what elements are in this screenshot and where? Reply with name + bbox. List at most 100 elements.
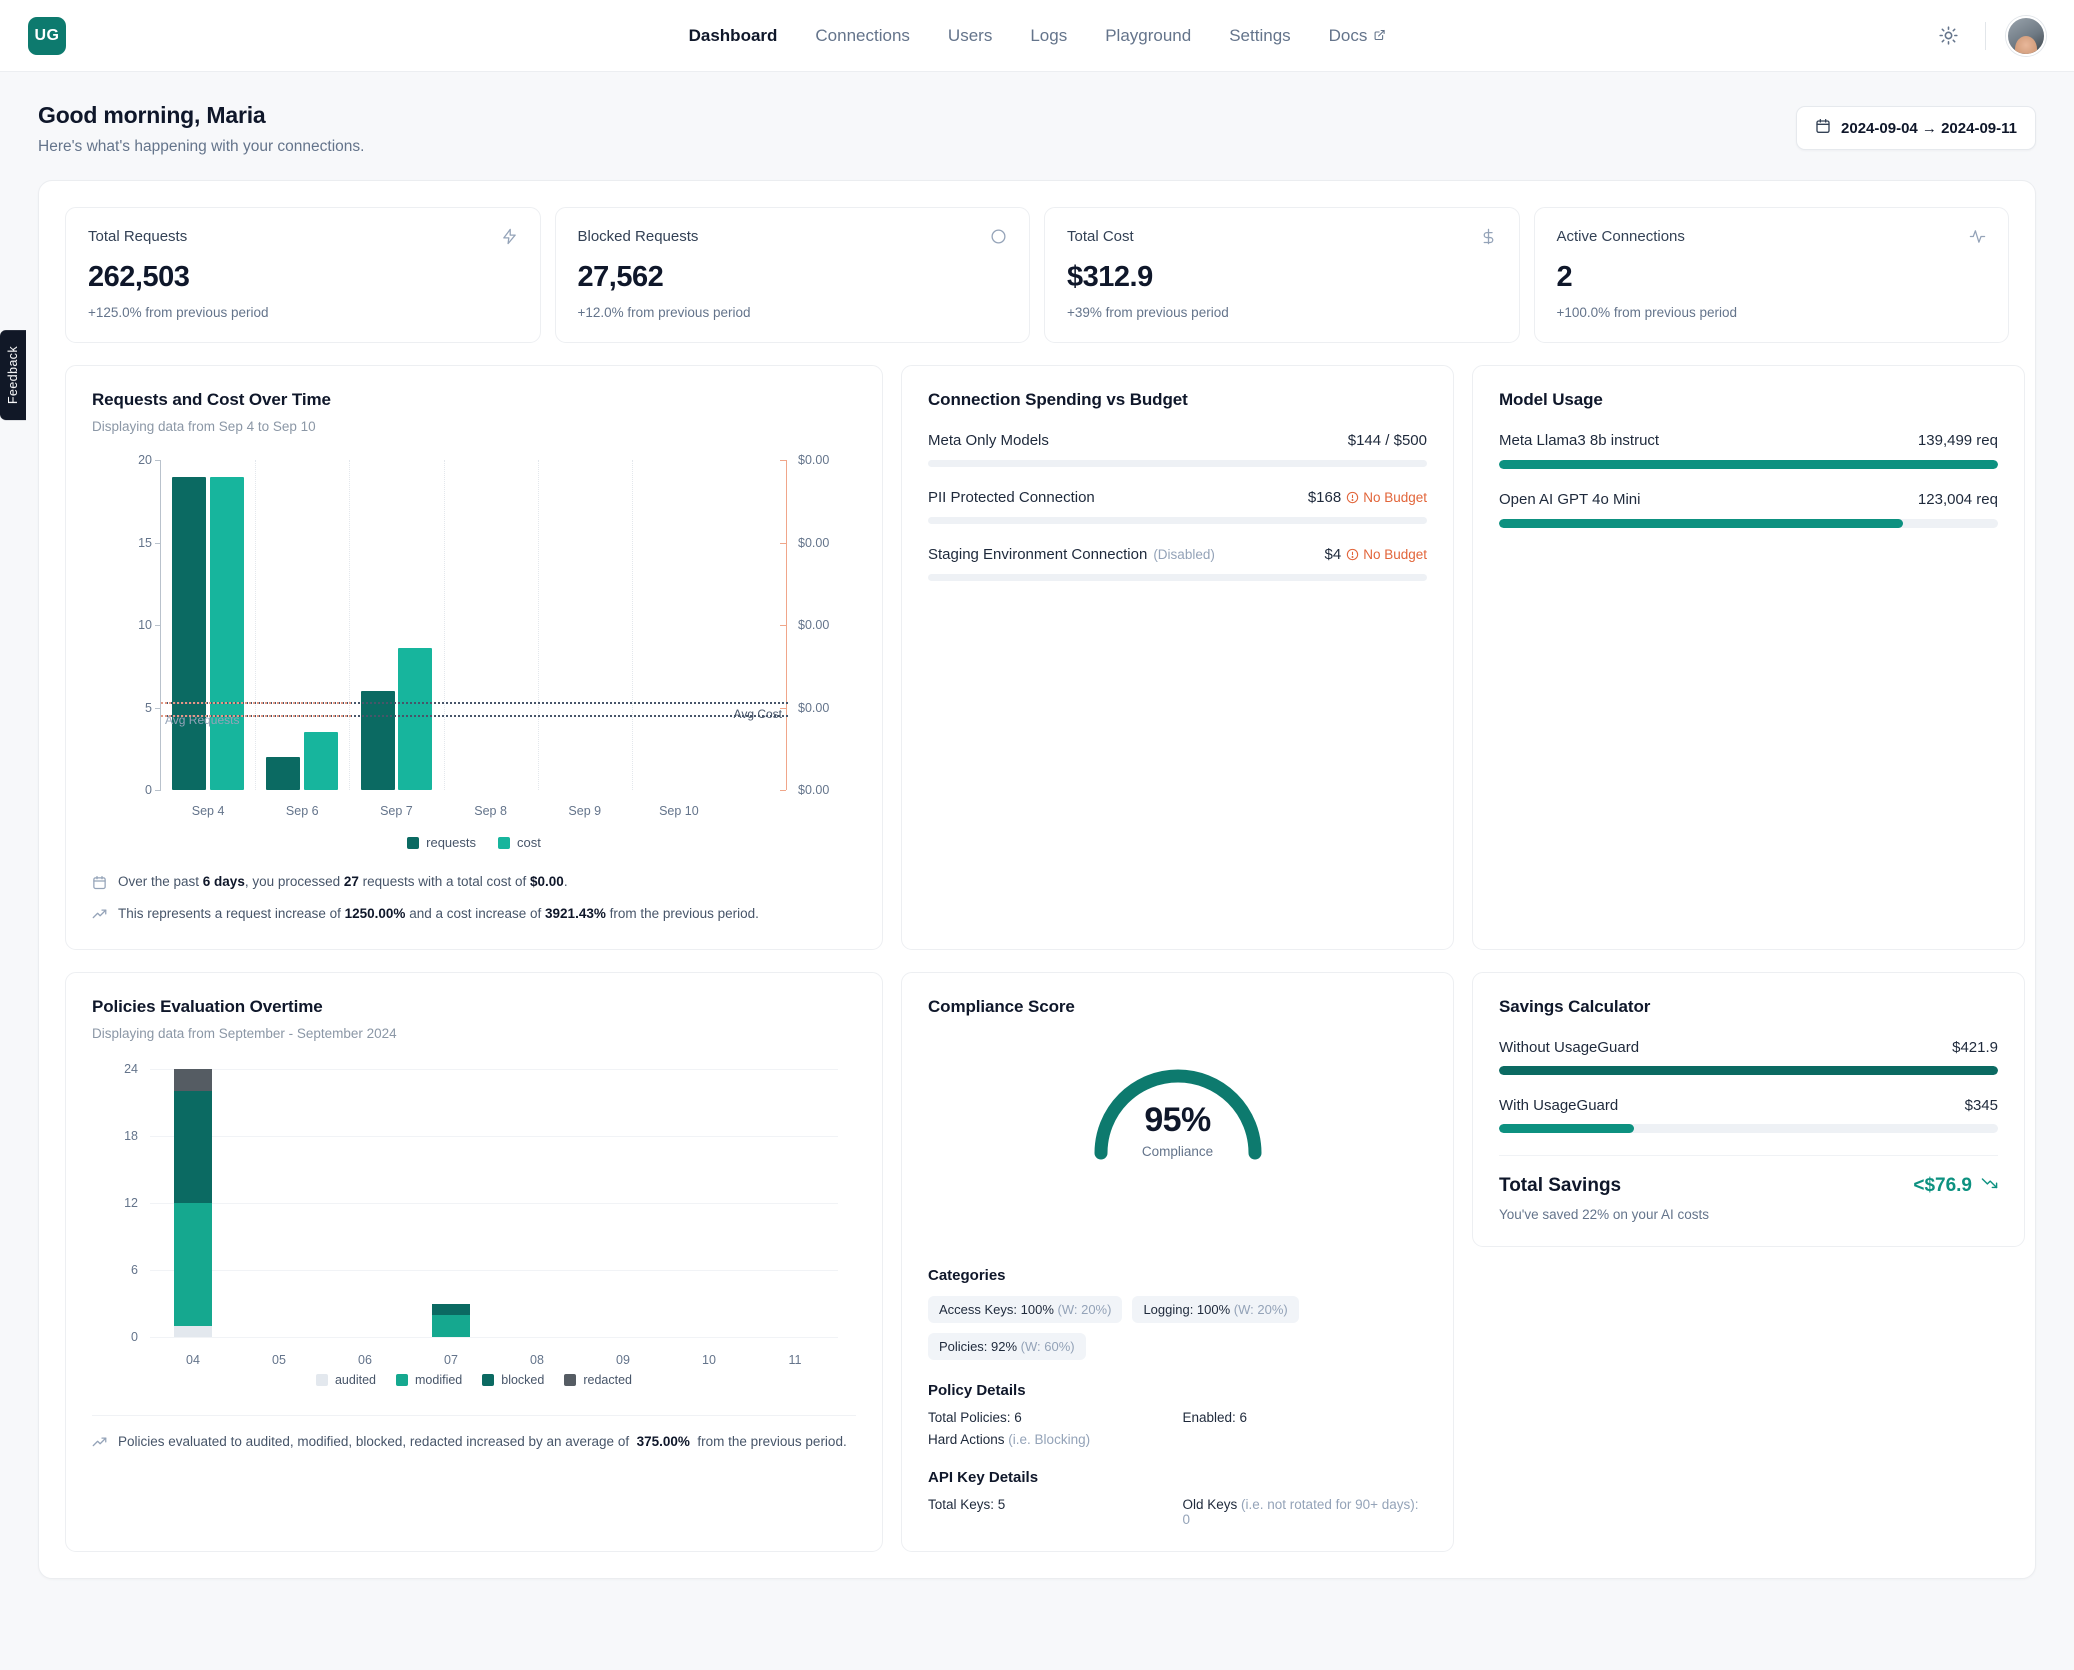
kpi-delta: +100.0% from previous period <box>1556 305 1737 320</box>
api-key-detail-item: Old Keys (i.e. not rotated for 90+ days)… <box>1182 1497 1419 1527</box>
panel-subtitle: Displaying data from September - Septemb… <box>92 1026 397 1041</box>
nav-link-users[interactable]: Users <box>948 26 992 46</box>
chart-reference-label: Avg Cost <box>733 706 782 721</box>
panel-requests-and-cost: Requests and Cost Over Time Displaying d… <box>65 365 883 950</box>
shield-icon <box>990 228 1007 250</box>
model-usage-track <box>1499 460 1998 469</box>
policy-detail-item: Enabled: 6 <box>1182 1410 1248 1425</box>
legend-item[interactable]: blocked <box>482 1373 544 1387</box>
savings-fill <box>1499 1124 1634 1133</box>
savings-value: $345 <box>1964 1097 1998 1114</box>
category-chip[interactable]: Logging: 100% (W: 20%) <box>1132 1296 1299 1323</box>
chart-gridline <box>537 460 539 790</box>
chart-x-tick-label: 04 <box>186 1353 200 1367</box>
chart-x-tick-label: 11 <box>788 1353 802 1367</box>
category-chip[interactable]: Policies: 92% (W: 60%) <box>928 1333 1086 1360</box>
chart-x-tick-label: Sep 7 <box>380 804 413 818</box>
kpi-card-active-connections: Active Connections 2 +100.0% from previo… <box>1533 207 2009 343</box>
chart-legend: requests cost <box>92 835 856 850</box>
policies-chart: 0 6 12 18 24 04 05 06 07 08 09 10 11 audited modified… <box>92 1059 856 1389</box>
chart-bar[interactable] <box>304 732 339 790</box>
chart-bar[interactable] <box>266 757 301 790</box>
nav-link-settings[interactable]: Settings <box>1229 26 1290 46</box>
panel-savings-calculator: Savings Calculator Without UsageGuard $4… <box>1472 972 2025 1247</box>
requests-cost-chart: 0 5 10 15 20 $0.00 $0.00 $0.00 $0.00 $0.00 Sep 4 Se… <box>92 448 856 850</box>
chart-y2-tick <box>780 625 786 626</box>
total-savings-row: Total Savings <$76.9 <box>1499 1174 1998 1197</box>
kpi-card-total-requests: Total Requests 262,503 +125.0% from prev… <box>65 207 541 343</box>
chart-y-tick <box>155 625 161 626</box>
model-usage-fill <box>1499 519 1904 528</box>
model-usage-row[interactable]: Open AI GPT 4o Mini 123,004 req <box>1499 491 1998 528</box>
chart-bar-segment <box>174 1202 212 1326</box>
nav-link-docs[interactable]: Docs <box>1329 26 1386 46</box>
chart-bar[interactable] <box>398 648 433 790</box>
legend-item[interactable]: modified <box>396 1373 462 1387</box>
policy-detail-item: Hard Actions (i.e. Blocking) <box>928 1432 1091 1447</box>
policy-detail-item <box>1183 1432 1428 1447</box>
policies-note-wrap: Policies evaluated to audited, modified,… <box>92 1415 856 1453</box>
panel-title: Requests and Cost Over Time <box>92 390 331 409</box>
panel-subtitle: Displaying data from Sep 4 to Sep 10 <box>92 419 316 434</box>
spending-row[interactable]: Meta Only Models $144 / $500 <box>928 432 1427 467</box>
spending-row[interactable]: PII Protected Connection $168 No Budget <box>928 489 1427 524</box>
model-name: Meta Llama3 8b instruct <box>1499 432 1660 449</box>
chart-stacked-bar[interactable] <box>174 1069 212 1337</box>
trend-up-icon <box>92 1434 107 1453</box>
legend-item[interactable]: redacted <box>564 1373 632 1387</box>
category-chip[interactable]: Access Keys: 100% (W: 20%) <box>928 1296 1123 1323</box>
chart-bar-segment <box>174 1069 212 1092</box>
category-chip-list: Access Keys: 100% (W: 20%) Logging: 100% … <box>928 1296 1427 1360</box>
chart-y2-tick <box>780 460 786 461</box>
page-header: Good morning, Maria Here's what's happen… <box>38 102 2036 156</box>
external-link-icon <box>1373 26 1385 46</box>
chart-bar-segment <box>174 1325 212 1337</box>
legend-item-cost[interactable]: cost <box>498 835 541 850</box>
policy-details-title: Policy Details <box>928 1382 1026 1399</box>
kpi-label: Total Requests <box>88 228 188 245</box>
panel-model-usage: Model Usage Meta Llama3 8b instruct 139,… <box>1472 365 2025 950</box>
nav-link-dashboard[interactable]: Dashboard <box>689 26 778 46</box>
chart-y-tick <box>155 707 161 709</box>
legend-item[interactable]: audited <box>315 1373 376 1387</box>
legend-item-requests[interactable]: requests <box>407 835 476 850</box>
no-budget-badge: No Budget <box>1346 547 1427 562</box>
chart-x-tick-label: Sep 4 <box>191 804 225 818</box>
sun-icon[interactable] <box>1931 19 1965 53</box>
nav-link-connections[interactable]: Connections <box>815 26 910 46</box>
chart-gridline <box>150 1337 838 1338</box>
kpi-label: Total Cost <box>1067 228 1134 245</box>
savings-track <box>1499 1124 1998 1133</box>
chart-y-tick-label: 5 <box>145 700 152 715</box>
nav-link-playground[interactable]: Playground <box>1105 26 1191 46</box>
spending-row[interactable]: Staging Environment Connection (Disabled)… <box>928 546 1427 581</box>
total-savings-subtitle: You've saved 22% on your AI costs <box>1499 1207 1709 1222</box>
nav-link-logs[interactable]: Logs <box>1030 26 1067 46</box>
trend-down-icon <box>1981 1174 1998 1197</box>
avatar[interactable] <box>2006 15 2046 56</box>
chart-bar[interactable] <box>360 691 395 790</box>
app-logo[interactable]: UG <box>28 16 66 55</box>
kpi-delta: +39% from previous period <box>1067 305 1229 320</box>
nav-link-docs-label: Docs <box>1328 25 1368 45</box>
date-range-picker[interactable]: 2024-09-04 → 2024-09-11 <box>1796 106 2036 150</box>
total-savings-value: <$76.9 <box>1913 1174 1972 1196</box>
divider <box>1499 1155 1998 1156</box>
chart-y-tick-label: 18 <box>124 1129 138 1143</box>
chart-x-tick-label: Sep 9 <box>568 804 602 818</box>
feedback-tab[interactable]: Feedback <box>0 330 26 421</box>
panel-compliance-score: Compliance Score 95% Compliance Categori… <box>901 972 1454 1552</box>
chart-stacked-bar[interactable] <box>432 1303 470 1338</box>
dashboard-row-1: Requests and Cost Over Time Displaying d… <box>65 365 2025 950</box>
chart-bar[interactable] <box>209 476 244 790</box>
chart-y2-tick <box>780 542 786 544</box>
kpi-delta: +12.0% from previous period <box>577 305 751 320</box>
chart-gridline <box>255 460 257 790</box>
kpi-delta: +125.0% from previous period <box>88 305 269 320</box>
chart-bar[interactable] <box>172 476 207 790</box>
spending-value: $144 / $500 <box>1347 432 1427 449</box>
model-usage-row[interactable]: Meta Llama3 8b instruct 139,499 req <box>1499 432 1998 469</box>
savings-label: With UsageGuard <box>1499 1097 1619 1114</box>
model-usage-rows: Meta Llama3 8b instruct 139,499 req Open… <box>1499 432 1998 528</box>
chart-note-text: Over the past 6 days, you processed 27 r… <box>118 874 568 889</box>
